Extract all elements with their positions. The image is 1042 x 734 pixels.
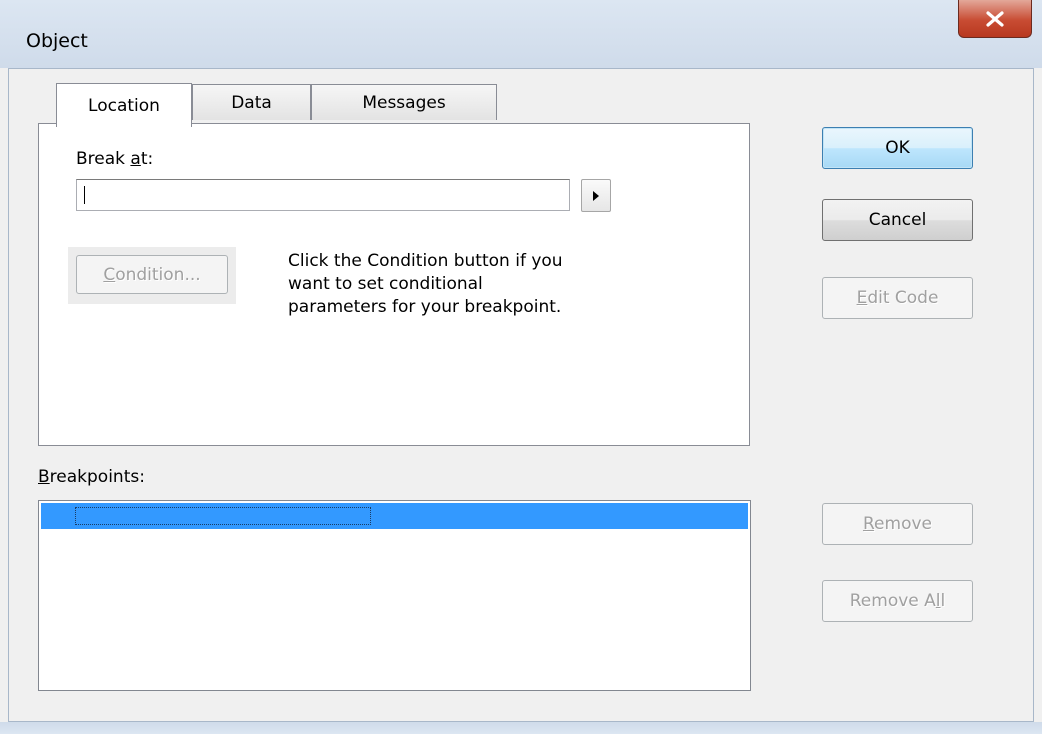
tab-location[interactable]: Location [56,83,192,127]
breakpoints-label: Breakpoints: [38,467,145,487]
ok-button-label: OK [885,138,910,158]
edit-code-button[interactable]: Edit Code [822,277,973,319]
condition-help-line-3: parameters for your breakpoint. [288,297,562,317]
remove-button[interactable]: Remove [822,503,973,545]
close-button[interactable] [958,0,1032,38]
condition-button-frame: Condition... [68,247,236,304]
close-x-icon [986,10,1004,27]
break-at-input[interactable] [76,179,570,211]
title-bar[interactable]: Object [0,0,1042,68]
remove-all-button-label: Remove All [849,591,946,611]
window-title: Object [26,30,88,52]
condition-button[interactable]: Condition... [76,255,228,294]
break-at-dropdown-button[interactable] [581,179,611,212]
right-triangle-arrow-icon [593,190,599,201]
ok-button[interactable]: OK [822,127,973,169]
focus-rectangle [75,507,371,525]
tab-location-label: Location [88,95,160,116]
list-item[interactable] [41,503,748,529]
window-frame-bottom [0,722,1042,734]
remove-all-button[interactable]: Remove All [822,580,973,622]
tab-messages[interactable]: Messages [311,84,497,120]
condition-help-line-2: want to set conditional [288,274,483,294]
tab-data-label: Data [231,92,272,113]
tab-data[interactable]: Data [192,84,311,120]
dialog-window: Object Location Data Messages Break at: … [0,0,1042,734]
tab-messages-label: Messages [362,92,446,113]
cancel-button-label: Cancel [868,210,927,230]
breakpoints-listbox[interactable] [38,500,751,691]
remove-button-label: Remove [862,514,932,534]
condition-help-line-1: Click the Condition button if you [288,251,563,271]
cancel-button[interactable]: Cancel [822,199,973,241]
condition-button-label: Condition... [103,264,201,285]
edit-code-button-label: Edit Code [856,288,939,308]
text-caret [84,186,85,204]
break-at-label: Break at: [76,149,154,169]
